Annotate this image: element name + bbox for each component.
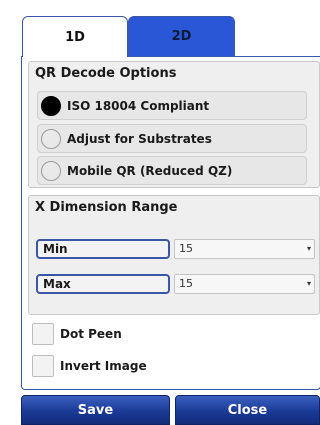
close-button[interactable]: Close [175,395,320,425]
radio-label: Mobile QR (Reduced QZ) [67,163,233,178]
invert-image-checkbox-row[interactable]: Invert Image [32,355,147,377]
qr-decode-options-title: QR Decode Options [35,66,177,81]
radio-label: Adjust for Substrates [67,131,212,146]
radio-mobile-qr[interactable]: Mobile QR (Reduced QZ) [37,156,307,185]
invert-image-checkbox[interactable] [32,355,54,377]
x-dimension-range-title: X Dimension Range [35,200,178,215]
radio-unselected-icon [41,160,61,181]
tab-2d-label: 2D [171,29,192,44]
save-button[interactable]: Save [21,395,170,425]
max-select[interactable]: 15 ▾ [174,274,315,294]
max-label: Max [36,274,170,294]
tab-2d[interactable]: 2D [128,16,235,56]
radio-label: ISO 18004 Compliant [67,98,210,113]
dot-peen-checkbox[interactable] [32,323,54,345]
invert-image-label: Invert Image [60,359,147,373]
max-row: Max 15 ▾ [36,274,316,294]
min-label: Min [36,239,170,259]
radio-iso-18004[interactable]: ISO 18004 Compliant [37,91,307,120]
min-value: 15 [179,242,193,255]
dropdown-arrow-icon: ▾ [306,279,311,288]
dot-peen-checkbox-row[interactable]: Dot Peen [32,323,122,345]
close-button-label: Close [227,402,268,418]
min-select[interactable]: 15 ▾ [174,239,315,259]
dot-peen-label: Dot Peen [60,327,122,341]
tab-1d-label: 1D [65,29,85,45]
save-button-label: Save [77,402,114,418]
tab-1d[interactable]: 1D [22,16,128,57]
dropdown-arrow-icon: ▾ [306,244,311,253]
radio-adjust-substrates[interactable]: Adjust for Substrates [37,124,307,153]
radio-unselected-icon [41,128,61,149]
radio-selected-icon [41,95,61,116]
min-row: Min 15 ▾ [36,239,316,259]
max-value: 15 [179,277,193,290]
